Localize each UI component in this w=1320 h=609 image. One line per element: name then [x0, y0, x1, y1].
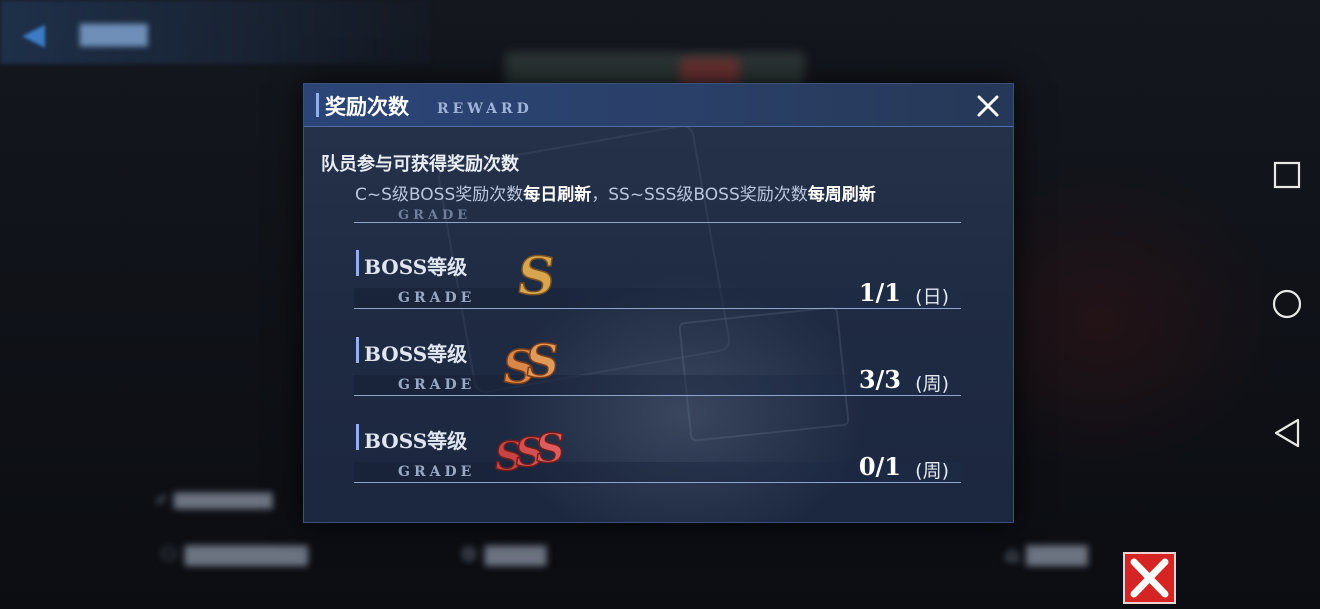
- background-title-blurred: ▇▇▇▇: [80, 22, 148, 47]
- reward-count: 3/3: [858, 365, 901, 394]
- description-title: 队员参与可获得奖励次数: [321, 154, 519, 175]
- game-screen: ◀ ▇▇▇▇ ✔ ▇▇▇▇▇▇▇▇ ⚇ ▇▇▇▇▇▇▇▇ ⚙ ▇▇▇▇ ⌂ ▇▇…: [0, 0, 1320, 609]
- divider-line: [354, 222, 961, 223]
- background-friends-button: ⚇ ▇▇▇▇▇▇▇▇: [160, 542, 308, 566]
- overlay-close-button[interactable]: [1123, 552, 1176, 604]
- reward-count: 0/1: [858, 452, 901, 481]
- rank-ss-icon: S S: [498, 333, 563, 391]
- row-accent-bar: [356, 424, 359, 450]
- close-icon: [977, 95, 999, 117]
- row-divider: [354, 395, 961, 396]
- back-button[interactable]: [1270, 416, 1304, 450]
- background-invite-button: ⚙ ▇▇▇▇: [460, 542, 547, 566]
- grade-label: GRADE: [398, 464, 476, 480]
- description-highlight: 每周刷新: [807, 185, 876, 205]
- triangle-back-icon: [1274, 418, 1300, 448]
- reward-dialog: 奖励次数 REWARD 队员参与可获得奖励次数 C~S级BOSS奖励次数每日刷新…: [303, 83, 1014, 523]
- circle-icon: [1272, 289, 1302, 319]
- reward-row-ss: BOSS等级 GRADE S S 3/3 (周): [354, 331, 961, 401]
- rank-sss-icon: S S S: [494, 424, 569, 478]
- background-back-arrow-icon: ◀: [22, 17, 46, 52]
- recent-apps-button[interactable]: [1270, 158, 1304, 192]
- reward-period: (日): [915, 286, 949, 308]
- row-divider: [354, 482, 961, 483]
- background-top-bar: [0, 0, 430, 64]
- boss-level-label: BOSS等级: [364, 342, 468, 366]
- rank-s-icon: S: [512, 245, 560, 304]
- grade-label: GRADE: [398, 377, 476, 393]
- grade-label: GRADE: [398, 290, 476, 306]
- reward-period: (周): [915, 460, 949, 482]
- boss-level-label: BOSS等级: [364, 255, 468, 279]
- red-x-close-icon: [1130, 558, 1169, 598]
- home-button[interactable]: [1270, 287, 1304, 321]
- dialog-subtitle: REWARD: [437, 101, 533, 117]
- header-accent-bar: [316, 93, 319, 117]
- background-banner-red: [680, 58, 740, 86]
- grade-label-partial: GRADE: [398, 208, 472, 220]
- reward-count: 1/1: [858, 278, 901, 307]
- reward-row-s: BOSS等级 GRADE S 1/1 (日): [354, 244, 961, 314]
- description-highlight: 每日刷新: [523, 185, 592, 205]
- reward-row-sss: BOSS等级 GRADE S S S 0/1 (周): [354, 418, 961, 488]
- row-accent-bar: [356, 337, 359, 363]
- description-part: ，SS~SSS级BOSS奖励次数: [591, 185, 808, 205]
- svg-text:S: S: [532, 425, 567, 472]
- background-right-button: ⌂ ▇▇▇▇: [1005, 542, 1088, 566]
- background-checkbox-row: ✔ ▇▇▇▇▇▇▇▇: [155, 490, 273, 509]
- square-icon: [1273, 161, 1301, 189]
- svg-text:S: S: [513, 246, 559, 304]
- row-accent-bar: [356, 250, 359, 276]
- description-detail: C~S级BOSS奖励次数每日刷新，SS~SSS级BOSS奖励次数每周刷新: [355, 180, 876, 205]
- boss-level-label: BOSS等级: [364, 429, 468, 453]
- close-button[interactable]: [974, 92, 1002, 120]
- dialog-header: 奖励次数 REWARD: [304, 84, 1013, 127]
- dialog-title: 奖励次数: [325, 94, 409, 119]
- svg-text:S: S: [522, 334, 563, 388]
- reward-period: (周): [915, 373, 949, 395]
- row-divider: [354, 308, 961, 309]
- description-part: C~S级BOSS奖励次数: [355, 185, 524, 205]
